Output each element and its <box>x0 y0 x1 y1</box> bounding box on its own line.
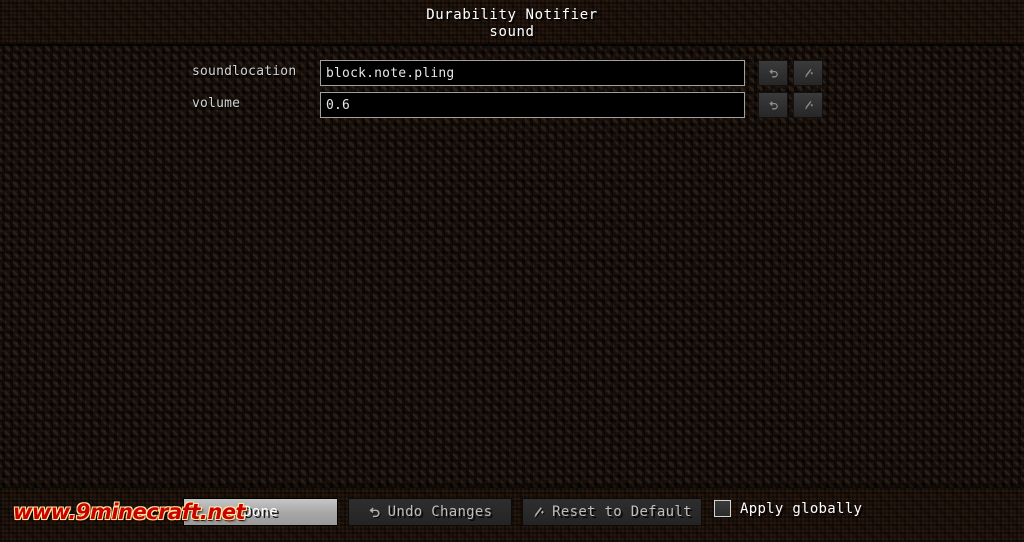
row-undo-button[interactable] <box>758 92 788 118</box>
row-reset-button[interactable] <box>793 60 823 86</box>
undo-changes-button[interactable]: Undo Changes <box>348 498 512 526</box>
undo-arrow-icon <box>368 506 381 519</box>
magic-wand-icon <box>532 506 545 519</box>
magic-wand-icon <box>803 68 814 79</box>
config-row-label: volume <box>192 96 241 111</box>
row-reset-button[interactable] <box>793 92 823 118</box>
watermark: www.9minecraft.net <box>13 500 246 524</box>
undo-arrow-icon <box>768 68 779 79</box>
minecraft-config-screen: Durability Notifier sound soundlocation … <box>0 0 1024 542</box>
magic-wand-icon <box>803 100 814 111</box>
reset-to-default-label: Reset to Default <box>552 504 692 520</box>
config-row: volume 0.6 <box>0 92 1024 120</box>
undo-arrow-icon <box>768 100 779 111</box>
apply-globally-label: Apply globally <box>740 500 863 517</box>
soundlocation-input-value: block.note.pling <box>326 66 455 81</box>
undo-changes-label: Undo Changes <box>387 504 493 520</box>
row-undo-button[interactable] <box>758 60 788 86</box>
apply-globally-checkbox[interactable] <box>714 500 731 517</box>
top-band-divider <box>0 44 1024 48</box>
reset-to-default-button[interactable]: Reset to Default <box>522 498 702 526</box>
done-button-label: Done <box>243 504 278 520</box>
subtitle-text: sound <box>489 24 535 40</box>
apply-globally-toggle[interactable]: Apply globally <box>714 500 862 517</box>
config-row-label: soundlocation <box>192 64 297 79</box>
soundlocation-input[interactable]: block.note.pling <box>320 60 745 86</box>
title-text: Durability Notifier <box>426 7 598 23</box>
page-title: Durability Notifier sound <box>0 7 1024 41</box>
config-row: soundlocation block.note.pling <box>0 60 1024 88</box>
volume-input[interactable]: 0.6 <box>320 92 745 118</box>
volume-input-value: 0.6 <box>326 98 351 113</box>
